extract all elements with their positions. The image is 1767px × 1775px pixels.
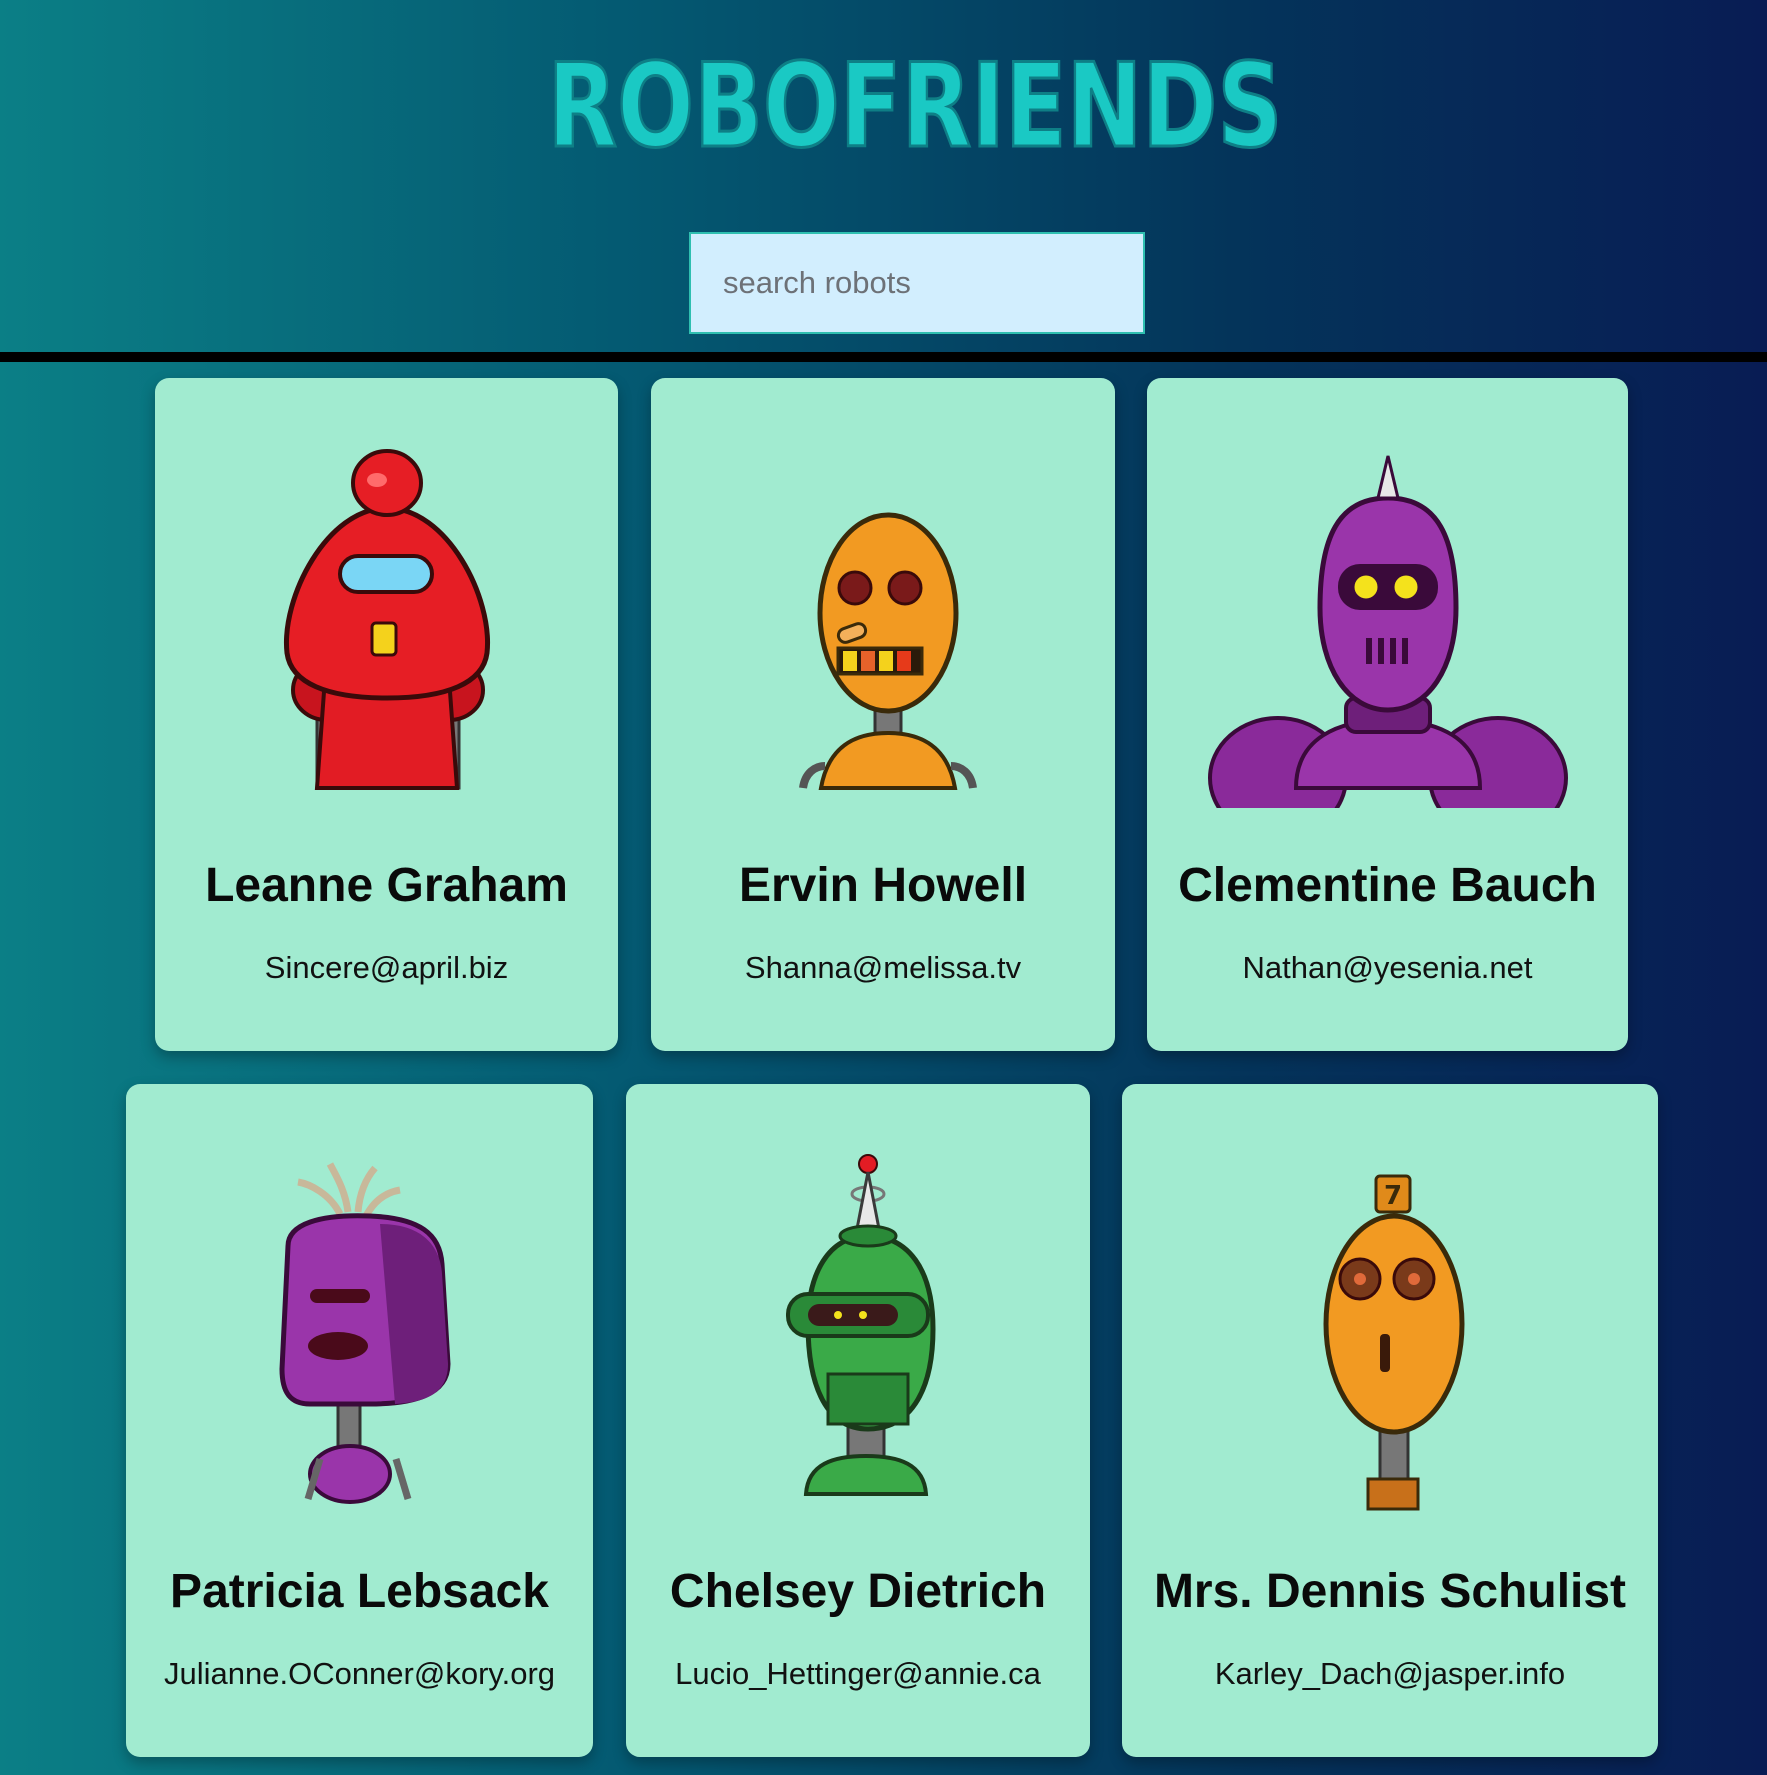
green-robot-icon — [786, 1154, 936, 1496]
robot-card[interactable]: Patricia Lebsack Julianne.OConner@kory.o… — [126, 1084, 593, 1757]
robot-email: Lucio_Hettinger@annie.ca — [675, 1656, 1041, 1691]
robot-name: Ervin Howell — [738, 859, 1028, 912]
robot-email: Julianne.OConner@kory.org — [163, 1656, 556, 1691]
orange-robot-icon: 7 — [1323, 1174, 1465, 1511]
robot-card[interactable]: Leanne Graham Sincere@april.biz — [155, 378, 618, 1051]
robot-card[interactable]: Ervin Howell Shanna@melissa.tv — [651, 378, 1115, 1051]
red-robot-icon — [283, 449, 490, 790]
robot-email: Nathan@yesenia.net — [1242, 950, 1533, 985]
app-header: ROBOFRIENDS — [0, 0, 1767, 352]
app-title: ROBOFRIENDS — [548, 39, 1283, 168]
robot-email: Karley_Dach@jasper.info — [1214, 1656, 1566, 1691]
purple-robot-icon — [1207, 455, 1568, 808]
robot-name: Patricia Lebsack — [170, 1565, 549, 1618]
robot-name: Clementine Bauch — [1178, 859, 1597, 912]
robot-card[interactable]: Clementine Bauch Nathan@yesenia.net — [1147, 378, 1628, 1051]
purple-robot-icon — [278, 1162, 451, 1504]
robot-card[interactable]: 7 Mrs. Dennis Schulist Karley_Dach@jaspe… — [1122, 1084, 1658, 1757]
robofriends-logo: ROBOFRIENDS — [546, 38, 1284, 169]
svg-text:7: 7 — [1384, 1181, 1402, 1211]
robot-card[interactable]: Chelsey Dietrich Lucio_Hettinger@annie.c… — [626, 1084, 1090, 1757]
robot-name: Chelsey Dietrich — [669, 1565, 1047, 1618]
robot-email: Sincere@april.biz — [264, 950, 509, 985]
search-input[interactable] — [689, 232, 1145, 334]
robot-email: Shanna@melissa.tv — [744, 950, 1022, 985]
header-divider — [0, 352, 1767, 362]
orange-robot-icon — [799, 512, 977, 790]
robot-name: Mrs. Dennis Schulist — [1153, 1565, 1627, 1618]
robot-name: Leanne Graham — [205, 859, 568, 912]
